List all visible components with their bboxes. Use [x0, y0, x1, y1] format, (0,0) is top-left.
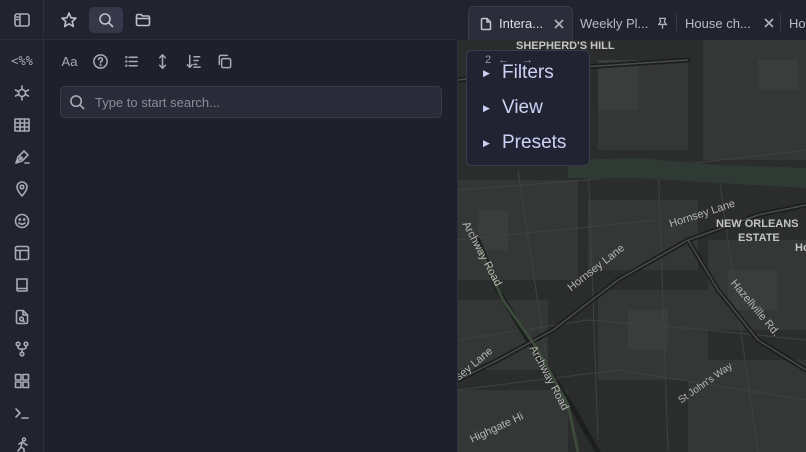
search-tab-icon[interactable] [89, 7, 123, 33]
search-panel: Aa [44, 0, 458, 452]
tab-overflow[interactable]: Ho [789, 6, 806, 40]
templater-icon[interactable]: <%% [8, 47, 36, 75]
close-icon[interactable] [553, 18, 565, 30]
running-person-icon[interactable] [8, 431, 36, 452]
app-window: <%% Aa Type to start search... Intera...… [0, 0, 806, 452]
file-search-icon[interactable] [8, 303, 36, 331]
tab-label: Ho [789, 15, 806, 31]
smiley-icon[interactable] [8, 207, 36, 235]
pen-tool-icon[interactable] [8, 143, 36, 171]
graph-spider-icon[interactable] [8, 79, 36, 107]
tab-label: Weekly Pl... [580, 15, 649, 31]
tab-bar: Intera... Weekly Pl... House ch... Ho [458, 0, 806, 40]
table-icon[interactable] [8, 111, 36, 139]
interactive-map[interactable]: SHEPHERD'S HILL NEW ORLEANS ESTATE Horns… [458, 40, 806, 452]
copy-icon[interactable] [209, 49, 240, 73]
list-icon[interactable] [116, 49, 147, 73]
left-ribbon: <%% [0, 0, 44, 452]
expand-triangle-icon: ▶ [483, 67, 490, 78]
file-icon [479, 17, 493, 31]
panel-header [44, 0, 458, 40]
tab-house-chores[interactable]: House ch... [685, 6, 775, 40]
search-input-box [60, 86, 442, 118]
match-case-icon[interactable]: Aa [54, 49, 85, 73]
map-label-estate: ESTATE [738, 232, 780, 244]
sort-icon[interactable] [178, 49, 209, 73]
search-icon [70, 95, 85, 110]
filters-section[interactable]: ▶ Filters [483, 62, 554, 84]
pin-icon[interactable] [656, 17, 669, 30]
map-controls-panel: 2 ← → ▶ Filters ▶ View ▶ Presets [466, 50, 590, 166]
search-input[interactable] [95, 87, 435, 117]
close-icon[interactable] [763, 17, 775, 29]
tab-label: House ch... [685, 15, 751, 31]
tab-interactive-map[interactable]: Intera... [468, 6, 573, 40]
bookmarks-star-icon[interactable] [52, 7, 86, 33]
view-label: View [502, 97, 543, 118]
filters-label: Filters [502, 62, 554, 83]
tab-separator [780, 13, 781, 31]
map-pin-icon[interactable] [8, 175, 36, 203]
search-options-toolbar: Aa [54, 49, 240, 73]
presets-label: Presets [502, 132, 567, 153]
map-label-new-orleans: NEW ORLEANS [716, 218, 799, 230]
ribbon-header [0, 0, 44, 40]
presets-section[interactable]: ▶ Presets [483, 132, 566, 154]
tab-label: Intera... [499, 16, 544, 31]
sidebar-toggle-icon[interactable] [8, 6, 36, 34]
tab-separator [676, 13, 677, 31]
tab-weekly-planner[interactable]: Weekly Pl... [580, 6, 670, 40]
terminal-icon[interactable] [8, 399, 36, 427]
expand-triangle-icon: ▶ [483, 137, 490, 148]
layout-icon[interactable] [8, 239, 36, 267]
book-icon[interactable] [8, 271, 36, 299]
dashboard-icon[interactable] [8, 367, 36, 395]
help-icon[interactable] [85, 49, 116, 73]
templater-text: <% [11, 54, 26, 68]
view-section[interactable]: ▶ View [483, 97, 543, 119]
folder-icon[interactable] [126, 7, 160, 33]
map-label-edge: Ho [795, 242, 806, 254]
expand-vertical-icon[interactable] [147, 49, 178, 73]
expand-triangle-icon: ▶ [483, 102, 490, 113]
match-case-glyph: Aa [61, 53, 78, 69]
git-fork-icon[interactable] [8, 335, 36, 363]
templater-percent: % [25, 54, 33, 68]
